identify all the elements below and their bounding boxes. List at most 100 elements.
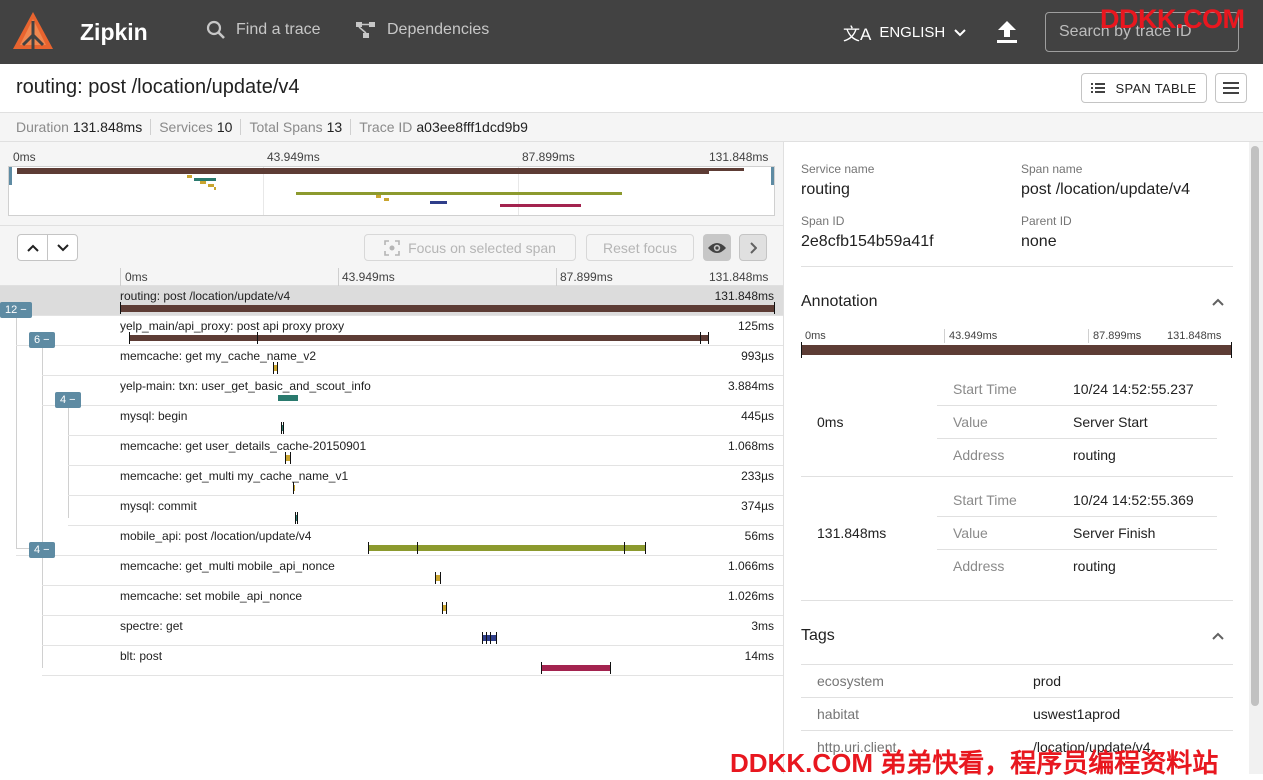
reset-focus-button[interactable]: Reset focus xyxy=(586,234,694,261)
annotation-marker xyxy=(708,332,709,344)
zipkin-logo-icon[interactable] xyxy=(12,11,54,53)
span-name: memcache: get my_cache_name_v2 xyxy=(120,349,317,363)
language-selector[interactable]: 文A ENGLISH xyxy=(843,20,967,45)
span-row[interactable]: yelp-main: txn: user_get_basic_and_scout… xyxy=(0,376,783,408)
span-row[interactable]: mobile_api: post /location/update/v4 56ms… xyxy=(0,526,783,558)
span-bar[interactable] xyxy=(120,305,775,312)
span-row[interactable]: yelp_main/api_proxy: post api proxy prox… xyxy=(0,316,783,348)
span-name: mysql: begin xyxy=(120,409,188,423)
chevron-up-icon xyxy=(26,244,39,252)
span-row[interactable]: blt: post 14ms xyxy=(0,646,783,676)
focus-label: Focus on selected span xyxy=(408,239,556,256)
annotation-marker xyxy=(417,542,418,554)
annotation-marker xyxy=(293,482,294,494)
ruler-tick-0: 0ms xyxy=(125,270,148,284)
span-duration: 445µs xyxy=(741,409,774,423)
tag-value: uswest1aprod xyxy=(1033,706,1121,722)
scrollbar-thumb[interactable] xyxy=(1251,146,1259,706)
open-detail-button[interactable] xyxy=(739,234,767,261)
start-time-label: Start Time xyxy=(953,492,1017,508)
expand-down-button[interactable] xyxy=(47,234,78,261)
minimap-handle-right[interactable] xyxy=(771,167,774,185)
annotation-marker xyxy=(774,302,775,314)
divider xyxy=(801,600,1233,601)
span-row[interactable]: memcache: set mobile_api_nonce 1.026ms xyxy=(0,586,783,616)
span-duration: 233µs xyxy=(741,469,774,483)
collapse-annotation-icon[interactable] xyxy=(1211,297,1225,307)
annotation-marker xyxy=(700,332,701,344)
nav-dependencies[interactable]: Dependencies xyxy=(355,20,489,40)
services-value: 10 xyxy=(216,119,233,135)
minimap-handle-left[interactable] xyxy=(9,167,12,185)
tag-key: habitat xyxy=(817,706,860,722)
span-bar[interactable] xyxy=(278,395,298,401)
span-row[interactable]: memcache: get user_details_cache-2015090… xyxy=(0,436,783,466)
chevron-right-icon xyxy=(750,241,757,254)
annotation-bar[interactable] xyxy=(801,345,1232,355)
divider xyxy=(801,664,1233,665)
span-name: spectre: get xyxy=(120,619,183,633)
ruler-gridline xyxy=(556,268,557,286)
collapse-tags-icon[interactable] xyxy=(1211,631,1225,641)
collapse-up-button[interactable] xyxy=(17,234,48,261)
minimap-span-bar xyxy=(430,201,447,204)
focus-selected-span-button[interactable]: Focus on selected span xyxy=(364,234,576,261)
span-table-button[interactable]: SPAN TABLE xyxy=(1081,73,1207,103)
divider xyxy=(240,119,242,135)
span-row[interactable]: spectre: get 3ms xyxy=(0,616,783,646)
divider xyxy=(801,730,1233,731)
menu-button[interactable] xyxy=(1215,73,1247,103)
upload-icon[interactable] xyxy=(994,19,1020,45)
annotation-marker[interactable] xyxy=(1231,342,1232,358)
span-bar[interactable] xyxy=(368,545,645,551)
translate-icon: 文A xyxy=(843,25,872,44)
value-label: Value xyxy=(953,414,988,430)
divider xyxy=(937,438,1217,439)
span-detail-panel: Service name routing Span name post /loc… xyxy=(783,142,1263,774)
annotation-marker[interactable] xyxy=(801,342,802,358)
annotation-title: Annotation xyxy=(801,293,878,310)
span-bar[interactable] xyxy=(129,335,708,341)
span-name: memcache: set mobile_api_nonce xyxy=(120,589,303,603)
span-row[interactable]: mysql: begin 445µs xyxy=(0,406,783,436)
minimap-span-bar xyxy=(500,204,581,207)
minimap-span-bar xyxy=(200,181,206,184)
divider xyxy=(937,549,1217,550)
annotation-marker xyxy=(624,542,625,554)
annotation-marker xyxy=(283,422,284,434)
duration-value: 131.848ms xyxy=(72,119,143,135)
span-row[interactable]: memcache: get_multi my_cache_name_v1 233µ… xyxy=(0,466,783,496)
span-bar[interactable] xyxy=(482,635,496,641)
list-icon xyxy=(1091,83,1106,93)
search-icon xyxy=(206,20,225,39)
ruler-gridline xyxy=(338,268,339,286)
annotation-marker xyxy=(277,362,278,374)
span-row[interactable]: memcache: get_multi mobile_api_nonce 1.06… xyxy=(0,556,783,586)
span-duration: 3ms xyxy=(751,619,774,633)
trace-minimap[interactable]: 0ms 43.949ms 87.899ms 131.848ms xyxy=(0,142,783,226)
parent-id-label: Parent ID xyxy=(1021,214,1072,228)
minimap-span-bar xyxy=(376,195,381,198)
minimap-canvas[interactable] xyxy=(8,166,775,216)
divider xyxy=(801,266,1233,267)
span-row[interactable]: mysql: commit 374µs xyxy=(0,496,783,526)
annotation-marker xyxy=(285,452,286,464)
span-duration: 3.884ms xyxy=(727,379,774,393)
span-id-label: Span ID xyxy=(801,214,845,228)
divider xyxy=(937,516,1217,517)
divider xyxy=(350,119,352,135)
span-bar[interactable] xyxy=(541,665,610,671)
toggle-visibility-button[interactable] xyxy=(703,234,731,261)
span-row[interactable]: memcache: get my_cache_name_v2 993µs xyxy=(0,346,783,376)
tag-value: prod xyxy=(1033,673,1062,689)
nav-find-trace[interactable]: Find a trace xyxy=(206,20,320,40)
span-row[interactable]: routing: post /location/update/v4 131.848… xyxy=(0,286,783,318)
span-duration: 1.068ms xyxy=(727,439,774,453)
span-name: memcache: get_multi my_cache_name_v1 xyxy=(120,469,349,483)
parent-id-value: none xyxy=(1021,233,1057,250)
trace-id-search-input[interactable] xyxy=(1045,12,1239,52)
ann-tick-3: 131.848ms xyxy=(1167,330,1222,342)
brand-name[interactable]: Zipkin xyxy=(80,19,148,46)
span-name: yelp-main: txn: user_get_basic_and_scout… xyxy=(120,379,371,393)
chevron-down-icon xyxy=(954,28,966,36)
